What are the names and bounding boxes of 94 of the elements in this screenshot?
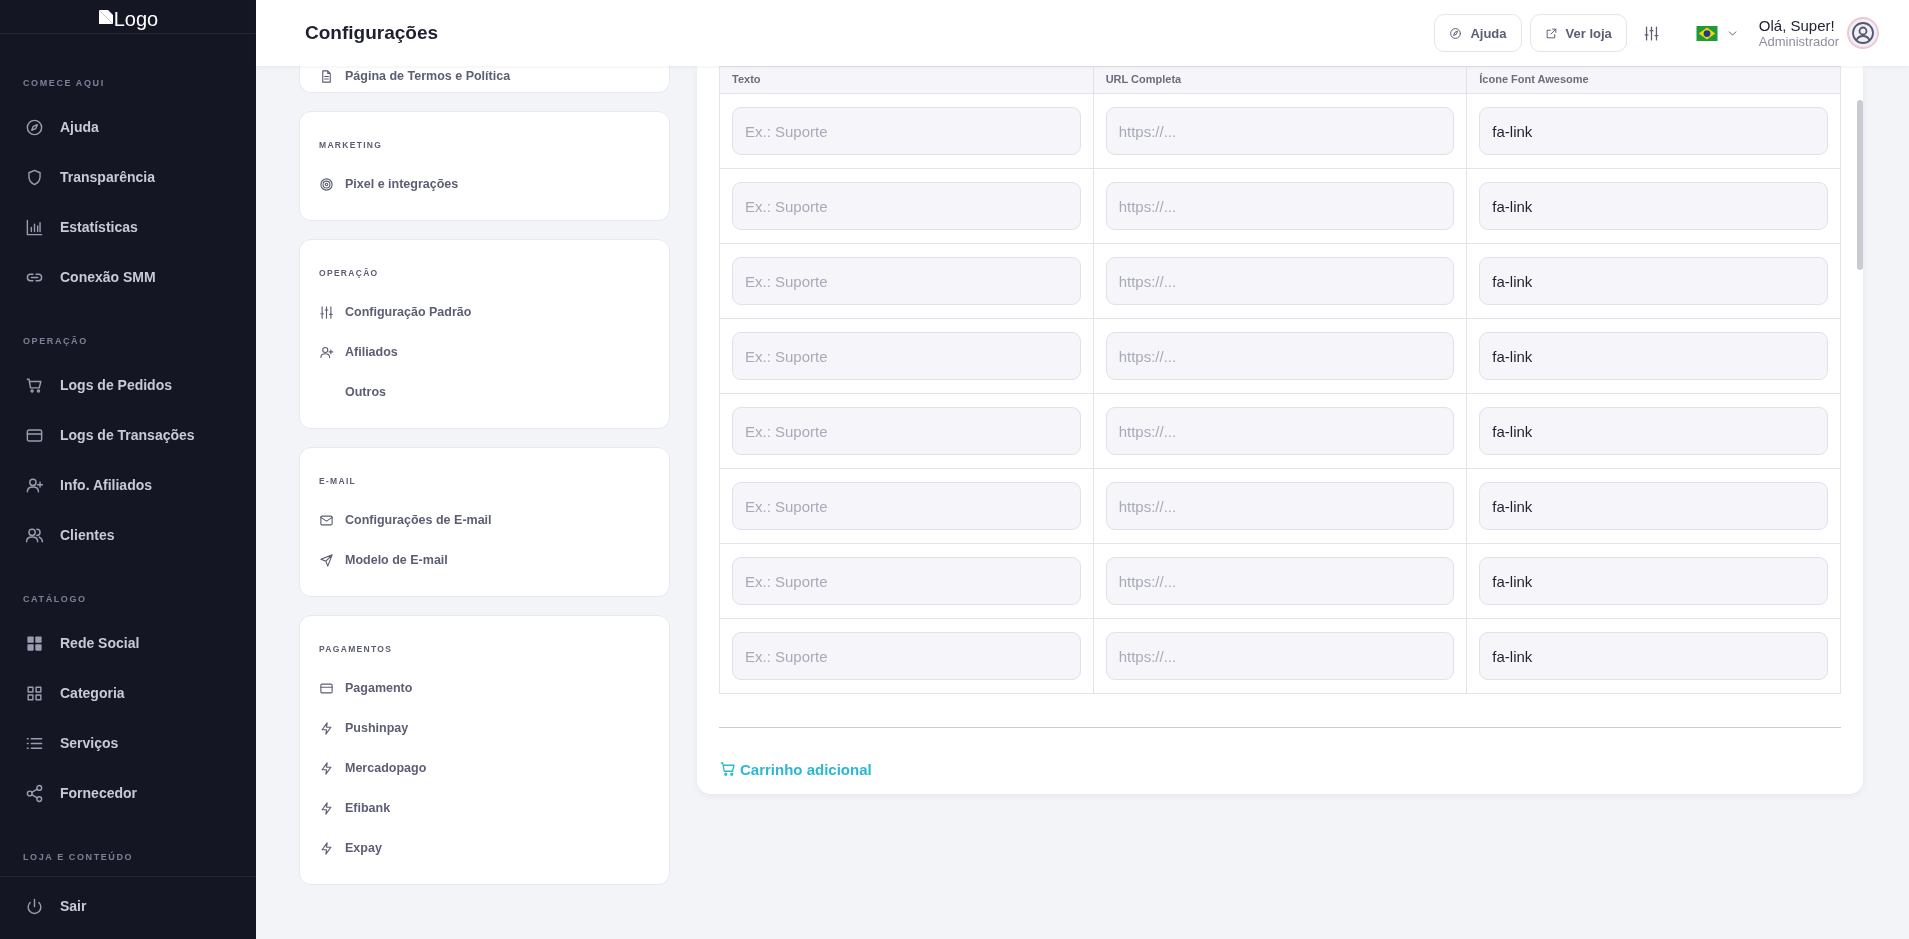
card-heading: E-MAIL	[319, 476, 358, 486]
compass-icon	[1449, 26, 1463, 40]
user-greeting: Olá, Super!	[1758, 17, 1836, 34]
credit-card-icon	[319, 680, 334, 696]
nav-item[interactable]: Logs de Pedidos	[22, 360, 234, 410]
card-heading: PAGAMENTOS	[319, 644, 394, 654]
settings-link[interactable]: Página de Termos e Política	[319, 66, 650, 86]
text-field[interactable]: Ex.: Suporte	[732, 257, 1081, 305]
column-header: Ícone Font Awesome	[1466, 66, 1841, 94]
avatar-button[interactable]	[1847, 17, 1879, 49]
nav-item[interactable]: Info. Afiliados	[22, 460, 234, 510]
settings-link[interactable]: Configuração Padrão	[319, 292, 650, 332]
cart-icon	[719, 760, 737, 778]
nav-item[interactable]: Serviços	[22, 718, 234, 768]
url-field[interactable]: https://...	[1105, 407, 1455, 455]
external-link-icon	[1544, 26, 1558, 40]
shield-icon	[25, 167, 44, 187]
icon-field[interactable]: fa-link	[1479, 332, 1828, 380]
icon-field[interactable]: fa-link	[1479, 107, 1828, 155]
target-icon	[319, 176, 334, 192]
settings-link[interactable]: Efibank	[319, 788, 650, 828]
icon-field[interactable]: fa-link	[1479, 257, 1828, 305]
user-icon	[1851, 21, 1875, 45]
text-field[interactable]: Ex.: Suporte	[732, 407, 1081, 455]
settings-link[interactable]: Configurações de E-mail	[319, 500, 650, 540]
page-title: Configurações	[305, 22, 439, 44]
logout-item[interactable]: Sair	[22, 881, 234, 931]
url-field[interactable]: https://...	[1105, 332, 1455, 380]
settings-link[interactable]: Pixel e integrações	[319, 164, 650, 204]
settings-link[interactable]: Modelo de E-mail	[319, 540, 650, 580]
settings-link[interactable]: Outros	[319, 372, 650, 412]
logo-text: Logo	[113, 8, 159, 31]
settings-link[interactable]: Expay	[319, 828, 650, 868]
settings-link[interactable]: Pagamento	[319, 668, 650, 708]
section-heading: COMECE AQUI	[23, 78, 106, 88]
user-plus-icon	[319, 344, 334, 360]
text-field[interactable]: Ex.: Suporte	[732, 557, 1081, 605]
settings-link[interactable]: Afiliados	[319, 332, 650, 372]
text-field[interactable]: Ex.: Suporte	[732, 332, 1081, 380]
nav-item[interactable]: Rede Social	[22, 618, 234, 668]
section-heading: LOJA E CONTEÚDO	[23, 852, 135, 862]
text-field[interactable]: Ex.: Suporte	[732, 107, 1081, 155]
url-field[interactable]: https://...	[1105, 632, 1455, 680]
icon-field[interactable]: fa-link	[1479, 482, 1828, 530]
nav-item[interactable]: Fornecedor	[22, 768, 234, 818]
broken-image-icon	[97, 9, 114, 25]
lightning-icon	[319, 800, 334, 816]
card-heading: MARKETING	[319, 140, 384, 150]
view-store-button[interactable]: Ver loja	[1529, 14, 1627, 52]
nav-item[interactable]: Estatísticas	[22, 202, 234, 252]
scrollbar-thumb[interactable]	[1857, 100, 1863, 270]
bar-chart-icon	[25, 217, 44, 237]
nav-item[interactable]: Logs de Transações	[22, 410, 234, 460]
sliders-icon	[319, 304, 334, 320]
icon-field[interactable]: fa-link	[1479, 632, 1828, 680]
url-field[interactable]: https://...	[1105, 257, 1455, 305]
nav-item[interactable]: Conexão SMM	[22, 252, 234, 302]
share-icon	[25, 783, 44, 803]
compass-icon	[25, 117, 44, 137]
icon-field[interactable]: fa-link	[1479, 557, 1828, 605]
column-header: Texto	[719, 66, 1094, 94]
nav-item[interactable]: Categoria	[22, 668, 234, 718]
url-field[interactable]: https://...	[1105, 482, 1455, 530]
user-role: Administrador	[1758, 34, 1839, 49]
url-field[interactable]: https://...	[1105, 107, 1455, 155]
text-field[interactable]: Ex.: Suporte	[732, 632, 1081, 680]
cart-icon	[25, 375, 44, 395]
card-heading: OPERAÇÃO	[319, 268, 380, 278]
nav-item[interactable]: Clientes	[22, 510, 234, 560]
send-icon	[319, 552, 334, 568]
section-heading: OPERAÇÃO	[23, 336, 89, 346]
url-field[interactable]: https://...	[1105, 557, 1455, 605]
lightning-icon	[319, 840, 334, 856]
help-button[interactable]: Ajuda	[1434, 14, 1522, 52]
grid-icon	[25, 683, 44, 703]
power-icon	[25, 896, 44, 916]
settings-link[interactable]: Mercadopago	[319, 748, 650, 788]
url-field[interactable]: https://...	[1105, 182, 1455, 230]
settings-link[interactable]: Pushinpay	[319, 708, 650, 748]
icon-field[interactable]: fa-link	[1479, 182, 1828, 230]
nav-item[interactable]: Ajuda	[22, 102, 234, 152]
nav-item[interactable]: Transparência	[22, 152, 234, 202]
document-icon	[319, 68, 334, 84]
grid-icon	[25, 633, 44, 653]
lightning-icon	[319, 720, 334, 736]
icon-field[interactable]: fa-link	[1479, 407, 1828, 455]
sliders-icon	[1642, 24, 1660, 42]
section-heading: CATÁLOGO	[23, 594, 88, 604]
flag-icon	[1695, 25, 1718, 41]
text-field[interactable]: Ex.: Suporte	[732, 182, 1081, 230]
mail-icon	[319, 512, 334, 528]
text-field[interactable]: Ex.: Suporte	[732, 482, 1081, 530]
column-header: URL Completa	[1093, 66, 1467, 94]
lightning-icon	[319, 760, 334, 776]
